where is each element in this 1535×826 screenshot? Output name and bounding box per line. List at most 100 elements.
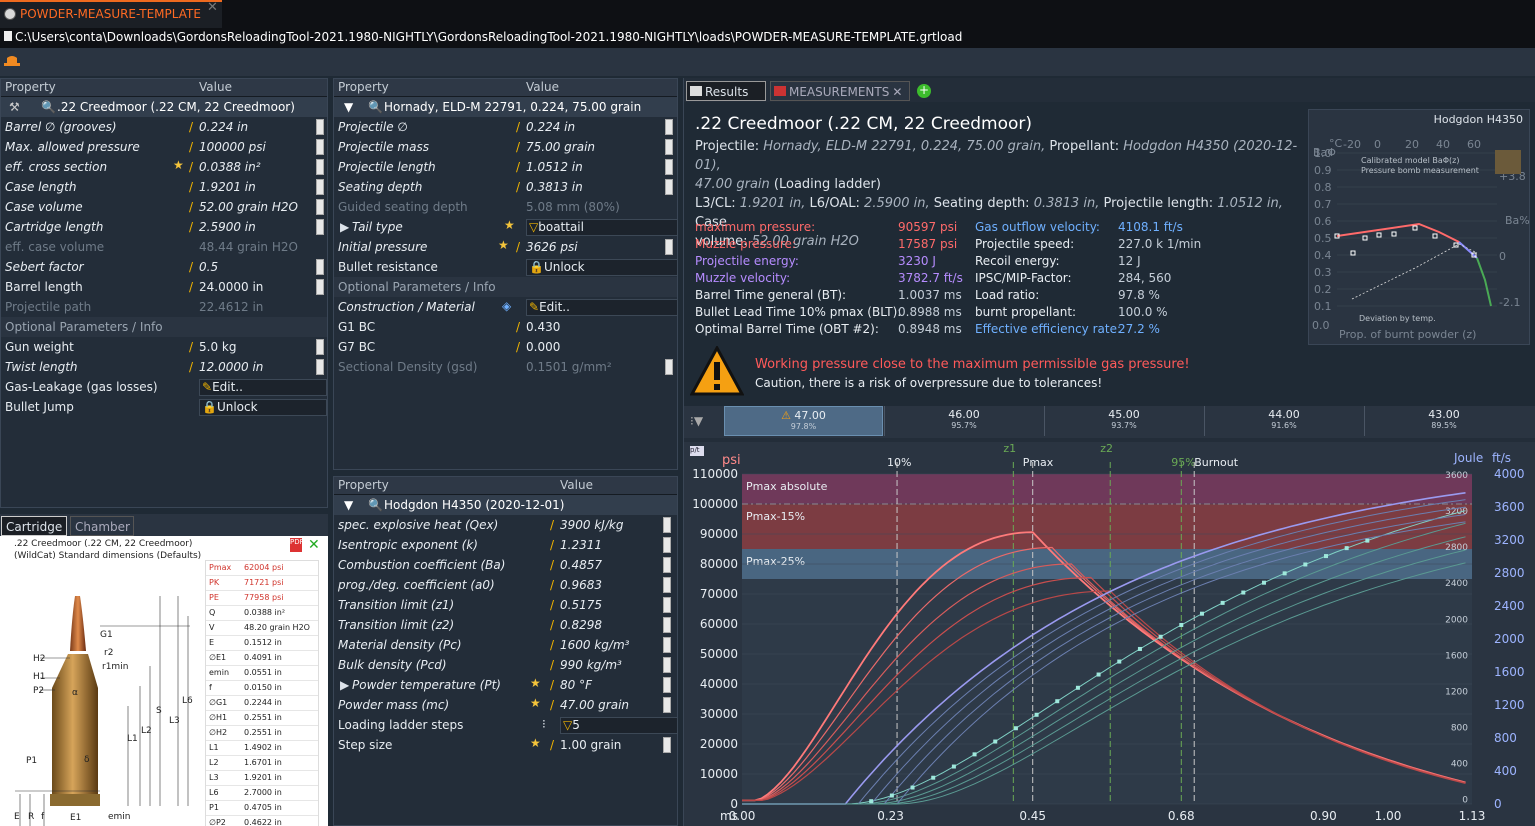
edit-button[interactable]: ✎Edit.. — [199, 379, 327, 396]
close-icon[interactable]: ✕ — [892, 85, 902, 99]
spin-control[interactable] — [316, 179, 324, 195]
spin-control[interactable] — [316, 219, 324, 235]
spin-control[interactable] — [316, 259, 324, 275]
spin-control[interactable] — [663, 637, 671, 653]
bullet-jump-row[interactable]: Bullet Jump 🔒Unlock — [1, 397, 327, 417]
spin-control[interactable] — [663, 657, 671, 673]
spin-control[interactable] — [316, 119, 324, 135]
property-row[interactable]: eff. case volume 48.44 grain H2O — [1, 237, 327, 257]
spin-control[interactable] — [663, 677, 671, 693]
property-value[interactable]: 3626 psi — [526, 240, 578, 254]
property-row[interactable]: G7 BC / 0.000 — [334, 337, 677, 357]
twist-length-row[interactable]: Twist length/12.0000 in — [1, 357, 327, 377]
expand-icon[interactable]: ▶ — [340, 678, 349, 692]
expand-icon[interactable]: ▶ — [340, 220, 349, 234]
spin-control[interactable] — [665, 119, 673, 135]
ladder-tab[interactable]: 44.00 91.6% — [1204, 406, 1363, 436]
gas-leakage-row[interactable]: Gas-Leakage (gas losses) ✎Edit.. — [1, 377, 327, 397]
property-value[interactable]: 0.4857 — [560, 558, 602, 572]
property-value[interactable]: 0.3813 in — [526, 180, 583, 194]
spin-control[interactable] — [663, 557, 671, 573]
property-row[interactable]: Sebert factor / 0.5 — [1, 257, 327, 277]
bullet-resistance-row[interactable]: Bullet resistance 🔒Unlock — [334, 257, 678, 277]
ladder-menu-icon[interactable]: ⁝▼ — [690, 414, 703, 428]
property-value[interactable]: 1.9201 in — [199, 180, 256, 194]
add-tab-icon[interactable]: + — [917, 84, 931, 98]
property-row[interactable]: Material density (Pc) / 1600 kg/m³ — [334, 635, 677, 655]
property-value[interactable]: 0.9683 — [560, 578, 602, 592]
ladder-tab[interactable]: ⚠ 47.00 97.8% — [724, 406, 883, 436]
property-row[interactable]: Guided seating depth 5.08 mm (80%) — [334, 197, 677, 217]
property-value[interactable]: 47.00 grain — [560, 698, 629, 712]
property-value[interactable]: 0.000 — [526, 340, 560, 354]
property-value[interactable]: 0.5175 — [560, 598, 602, 612]
property-value[interactable]: 3900 kJ/kg — [560, 518, 623, 532]
tail-type-dropdown[interactable]: ▽boattail — [526, 219, 678, 236]
property-value[interactable]: 0.0388 in² — [199, 160, 261, 174]
property-value[interactable]: 52.00 grain H2O — [199, 200, 298, 214]
list-icon[interactable]: ⁝ — [542, 717, 546, 731]
unlock-button[interactable]: 🔒Unlock — [526, 259, 678, 276]
property-value[interactable]: 0.430 — [526, 320, 560, 334]
spin-control[interactable] — [316, 139, 324, 155]
ladder-tab[interactable]: 43.00 89.5% — [1364, 406, 1523, 436]
tab-measurements[interactable]: MEASUREMENTS ✕ — [770, 81, 910, 101]
property-value[interactable]: 990 kg/m³ — [560, 658, 622, 672]
property-row[interactable]: Bulk density (Pcd) / 990 kg/m³ — [334, 655, 677, 675]
property-row[interactable]: Step size ★ / 1.00 grain — [334, 735, 677, 755]
property-row[interactable]: Cartridge length / 2.5900 in — [1, 217, 327, 237]
ladder-tab[interactable]: 45.00 93.7% — [1044, 406, 1203, 436]
property-value[interactable]: 2.5900 in — [199, 220, 256, 234]
property-row[interactable]: Barrel ∅ (grooves) / 0.224 in — [1, 117, 327, 137]
property-value[interactable]: 5.08 mm (80%) — [526, 200, 620, 214]
hat-icon[interactable] — [4, 54, 20, 68]
spin-control[interactable] — [663, 697, 671, 713]
property-row[interactable]: Powder temperature (Pt) ★ / 80 °F ▶ — [334, 675, 677, 695]
property-row[interactable]: Projectile length / 1.0512 in — [334, 157, 677, 177]
collapse-icon[interactable]: ▼ — [344, 100, 353, 114]
projectile-selector[interactable]: ▼ 🔍 Hornady, ELD-M 22791, 0.224, 75.00 g… — [334, 97, 677, 117]
spin-control[interactable] — [316, 159, 324, 175]
property-row[interactable]: Case volume / 52.00 grain H2O — [1, 197, 327, 217]
property-value[interactable]: 1.2311 — [560, 538, 602, 552]
property-value[interactable]: 1.0512 in — [526, 160, 583, 174]
spin-control[interactable] — [663, 597, 671, 613]
tab-cartridge[interactable]: Cartridge — [1, 516, 67, 536]
spin-control[interactable] — [663, 517, 671, 533]
spin-control[interactable] — [316, 199, 324, 215]
property-value[interactable]: 22.4612 in — [199, 300, 263, 314]
property-row[interactable]: Combustion coefficient (Ba) / 0.4857 — [334, 555, 677, 575]
property-value[interactable]: 0.224 in — [526, 120, 575, 134]
property-value[interactable]: 0.1501 g/mm² — [526, 360, 612, 374]
property-row[interactable]: G1 BC / 0.430 — [334, 317, 677, 337]
property-value[interactable]: 0.224 in — [199, 120, 248, 134]
expand-icon[interactable]: ✕ — [308, 537, 320, 553]
tail-type-row[interactable]: Tail type ★ ▽boattail ▶ — [334, 217, 678, 237]
spin-control[interactable] — [663, 617, 671, 633]
property-row[interactable]: Transition limit (z1) / 0.5175 — [334, 595, 677, 615]
property-value[interactable]: 80 °F — [560, 678, 592, 692]
property-value[interactable]: 0.5 — [199, 260, 218, 274]
property-row[interactable]: eff. cross section ★ / 0.0388 in² — [1, 157, 327, 177]
spin-control[interactable] — [663, 577, 671, 593]
document-tab[interactable]: POWDER-MEASURE-TEMPLATE ✕ — [0, 0, 222, 28]
spin-control[interactable] — [663, 537, 671, 553]
property-row[interactable]: Barrel length / 24.0000 in — [1, 277, 327, 297]
ladder-tab[interactable]: 46.00 95.7% — [884, 406, 1043, 436]
gun-weight-row[interactable]: Gun weight/5.0 kg — [1, 337, 327, 357]
property-row[interactable]: Seating depth / 0.3813 in — [334, 177, 677, 197]
tab-chamber[interactable]: Chamber — [70, 516, 134, 536]
star-icon[interactable]: ★ — [173, 158, 184, 172]
close-icon[interactable]: ✕ — [207, 0, 218, 15]
star-icon[interactable]: ★ — [498, 238, 509, 252]
property-row[interactable]: spec. explosive heat (Qex) / 3900 kJ/kg — [334, 515, 677, 535]
powder-selector[interactable]: ▼ 🔍 Hodgdon H4350 (2020-12-01) — [334, 495, 677, 515]
star-icon[interactable]: ★ — [530, 736, 541, 750]
ladder-steps-dropdown[interactable]: ▽5 — [560, 717, 678, 734]
property-value[interactable]: 1600 kg/m³ — [560, 638, 629, 652]
property-row[interactable]: Transition limit (z2) / 0.8298 — [334, 615, 677, 635]
unlock-button[interactable]: 🔒Unlock — [199, 399, 327, 416]
property-row[interactable]: prog./deg. coefficient (a0) / 0.9683 — [334, 575, 677, 595]
property-value[interactable]: 0.8298 — [560, 618, 602, 632]
property-row[interactable]: Projectile path 22.4612 in — [1, 297, 327, 317]
